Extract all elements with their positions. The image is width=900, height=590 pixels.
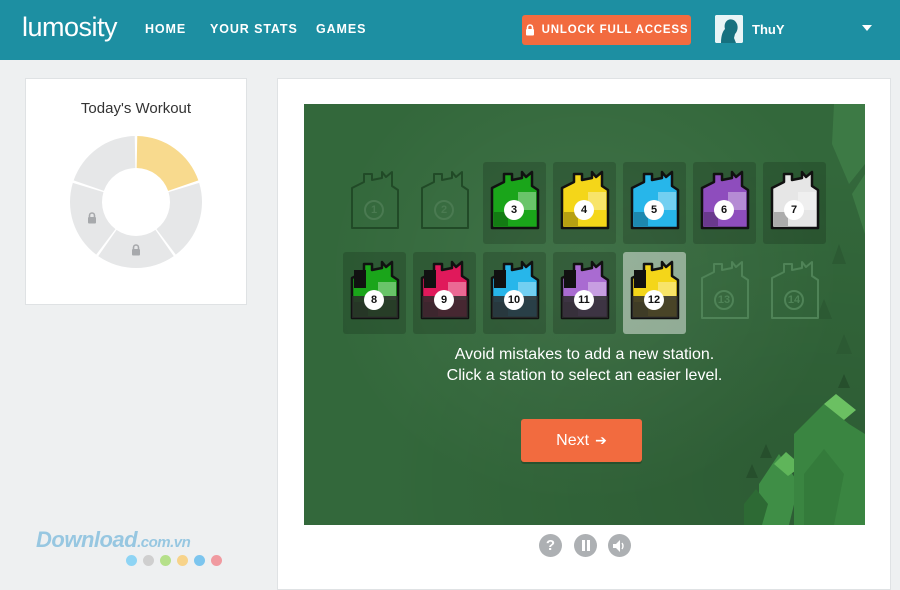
donut-segment	[73, 136, 136, 191]
watermark-dot	[194, 555, 205, 566]
nav-home-link[interactable]: HOME	[145, 22, 186, 36]
instructions-line-2: Click a station to select an easier leve…	[446, 367, 723, 384]
station-tile-1[interactable]: 1	[343, 162, 406, 244]
help-button[interactable]: ?	[539, 534, 562, 557]
watermark-dot	[177, 555, 188, 566]
head-silhouette-icon	[715, 15, 743, 43]
lumosity-logo[interactable]: lumosity	[22, 12, 118, 43]
username-label[interactable]: ThuY	[752, 22, 785, 37]
next-button-label: Next	[556, 431, 590, 449]
nav-games-link[interactable]: GAMES	[316, 22, 366, 36]
pause-button[interactable]	[574, 534, 597, 557]
watermark-dot	[160, 555, 171, 566]
station-tile-5[interactable]: 5	[623, 162, 686, 244]
watermark-brand: Download	[36, 527, 138, 552]
watermark-dot	[211, 555, 222, 566]
station-number: 6	[714, 200, 734, 220]
station-number: 5	[644, 200, 664, 220]
station-tile-8[interactable]: 8	[343, 252, 406, 334]
station-number: 10	[504, 290, 524, 310]
nav-your-stats-link[interactable]: YOUR STATS	[210, 22, 298, 36]
station-tile-4[interactable]: 4	[553, 162, 616, 244]
station-number: 4	[574, 200, 594, 220]
account-dropdown-caret-icon[interactable]	[862, 25, 872, 31]
donut-segment-completed	[136, 136, 199, 191]
station-tile-7[interactable]: 7	[763, 162, 826, 244]
station-number: 11	[574, 290, 594, 310]
station-number: 14	[784, 290, 804, 310]
todays-workout-title: Today's Workout	[80, 100, 192, 117]
pause-icon	[581, 540, 590, 551]
watermark-dot	[126, 555, 137, 566]
speaker-icon	[613, 539, 624, 552]
station-tile-9[interactable]: 9	[413, 252, 476, 334]
station-number: 13	[714, 290, 734, 310]
sound-button[interactable]	[608, 534, 631, 557]
station-tile-12[interactable]: 12	[623, 252, 686, 334]
watermark-dot	[143, 555, 154, 566]
station-number: 7	[784, 200, 804, 220]
station-number: 8	[364, 290, 384, 310]
station-tile-3[interactable]: 3	[483, 162, 546, 244]
watermark-dots	[126, 555, 228, 566]
station-tile-14: 14	[763, 252, 826, 334]
todays-workout-card: Today's Workout	[25, 78, 247, 305]
instructions-line-1: Avoid mistakes to add a new station.	[454, 346, 715, 363]
unlock-full-access-label: UNLOCK FULL ACCESS	[541, 24, 689, 36]
top-navigation-bar: lumosity HOME YOUR STATS GAMES UNLOCK FU…	[0, 0, 900, 60]
station-number: 12	[644, 290, 664, 310]
station-number: 2	[434, 200, 454, 220]
arrow-right-icon: ➔	[595, 432, 607, 448]
station-tile-6[interactable]: 6	[693, 162, 756, 244]
watermark-suffix: .com.vn	[137, 534, 191, 551]
download-watermark: Download.com.vn	[36, 527, 191, 553]
unlock-full-access-button[interactable]: UNLOCK FULL ACCESS	[522, 15, 691, 45]
game-canvas[interactable]: 1 2 3 4 5 6 7 8 9 10 11 12 13 14 Avoid mistakes to ad…	[304, 104, 865, 525]
workout-progress-donut	[70, 136, 202, 268]
station-tile-11[interactable]: 11	[553, 252, 616, 334]
station-number: 9	[434, 290, 454, 310]
user-avatar[interactable]	[715, 15, 743, 43]
lock-icon	[525, 24, 535, 36]
game-instructions: Avoid mistakes to add a new station. Cli…	[304, 344, 865, 386]
station-tile-2[interactable]: 2	[413, 162, 476, 244]
station-tile-10[interactable]: 10	[483, 252, 546, 334]
station-number: 3	[504, 200, 524, 220]
station-tile-13: 13	[693, 252, 756, 334]
question-icon: ?	[545, 537, 556, 554]
next-button[interactable]: Next ➔	[521, 419, 642, 462]
station-number: 1	[364, 200, 384, 220]
